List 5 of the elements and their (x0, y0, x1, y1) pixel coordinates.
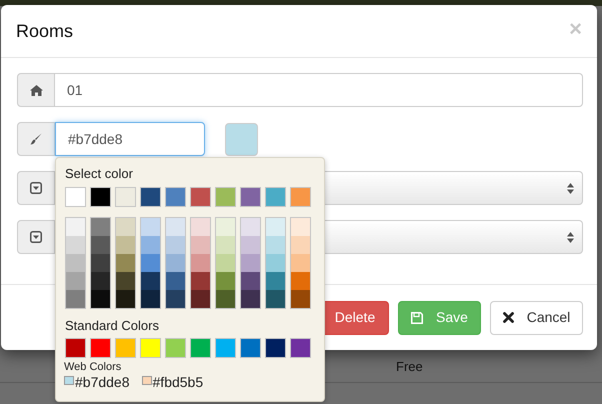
status-text: Free (396, 358, 423, 376)
section-title: Web Colors (64, 361, 122, 374)
section-title: Standard Colors (65, 318, 160, 334)
picker-title: Select color (65, 166, 134, 182)
dialog-title: Rooms (16, 20, 74, 42)
